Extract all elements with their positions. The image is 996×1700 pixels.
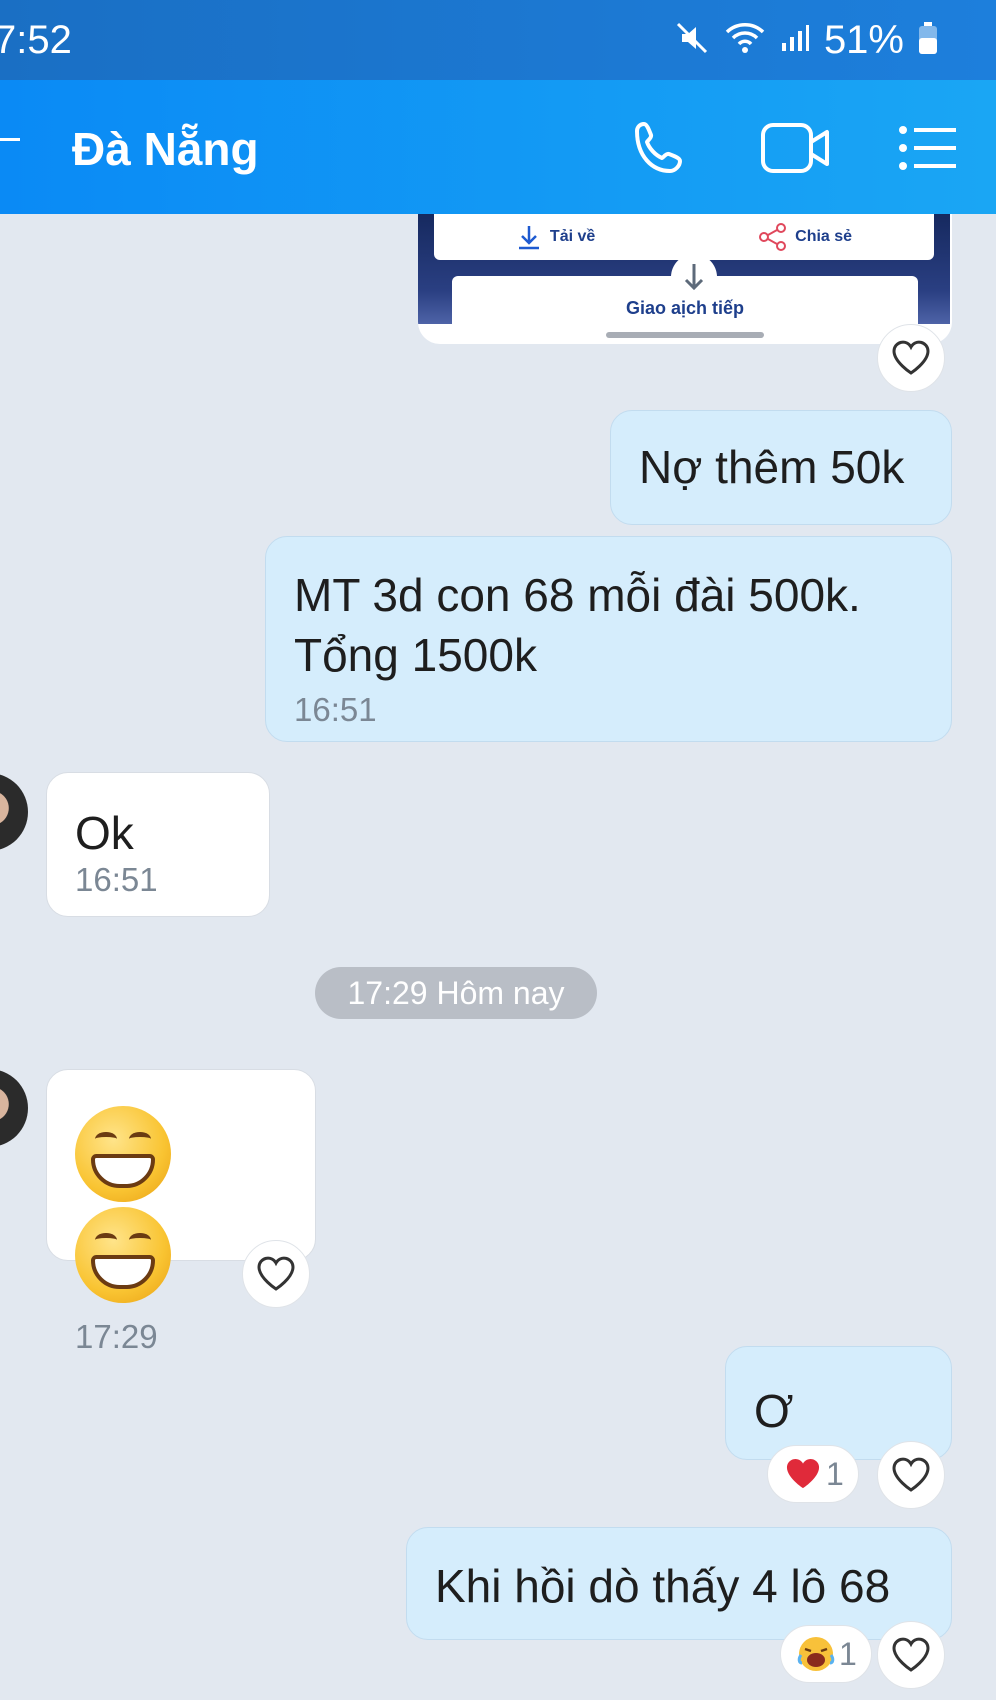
image-action-bar: Tải về Chia sẻ bbox=[434, 214, 934, 260]
shared-image-message[interactable]: Tải về Chia sẻ Giao aịch tiếp bbox=[418, 214, 952, 344]
grinning-emoji-icon bbox=[75, 1106, 171, 1202]
message-time: 16:51 bbox=[75, 861, 158, 898]
message-text: Khi hồi dò thấy 4 lô 68 bbox=[435, 1560, 891, 1612]
arrow-down-icon bbox=[671, 254, 717, 300]
message-bubble[interactable]: 17:29 bbox=[46, 1069, 316, 1355]
share-label: Chia sẻ bbox=[795, 228, 853, 245]
message-bubble[interactable]: MT 3d con 68 mỗi đài 500k. Tổng 1500k 16… bbox=[265, 536, 952, 742]
contact-avatar[interactable] bbox=[0, 1069, 28, 1147]
message-bubble[interactable]: Nợ thêm 50k bbox=[610, 410, 952, 525]
crying-laugh-emoji-icon bbox=[797, 1637, 835, 1671]
mute-icon bbox=[674, 20, 710, 61]
message-text: Ơ bbox=[754, 1385, 794, 1437]
message-text: Nợ thêm 50k bbox=[639, 441, 905, 493]
red-heart-icon bbox=[786, 1459, 820, 1489]
back-arrow-icon[interactable] bbox=[0, 138, 20, 141]
like-heart-icon[interactable] bbox=[877, 324, 945, 392]
chat-header: Đà Nẵng bbox=[0, 80, 996, 214]
chat-title[interactable]: Đà Nẵng bbox=[72, 122, 259, 176]
message-text: MT 3d con 68 mỗi đài 500k. Tổng 1500k bbox=[294, 569, 861, 681]
continue-label: Giao aịch tiếp bbox=[625, 298, 745, 318]
battery-percent: 51% bbox=[823, 18, 904, 62]
message-bubble[interactable]: Ok 16:51 bbox=[46, 772, 270, 917]
date-separator: 17:29 Hôm nay bbox=[315, 967, 597, 1019]
status-bar: 7:52 51% bbox=[0, 0, 996, 80]
status-time: 7:52 bbox=[0, 18, 72, 62]
like-heart-icon[interactable] bbox=[242, 1240, 310, 1308]
message-time: 17:29 bbox=[75, 1318, 158, 1355]
message-text: Ok bbox=[75, 807, 134, 859]
shared-image: Tải về Chia sẻ Giao aịch tiếp bbox=[418, 214, 950, 328]
share-action[interactable]: Chia sẻ bbox=[759, 223, 852, 251]
reaction-count: 1 bbox=[839, 1635, 857, 1672]
download-action[interactable]: Tải về bbox=[516, 224, 595, 250]
message-bubble[interactable]: Khi hồi dò thấy 4 lô 68 bbox=[406, 1527, 952, 1640]
like-heart-icon[interactable] bbox=[877, 1441, 945, 1509]
video-call-icon[interactable] bbox=[760, 122, 830, 179]
reaction-badge[interactable]: 1 bbox=[767, 1445, 859, 1503]
wifi-icon bbox=[724, 20, 766, 61]
reaction-count: 1 bbox=[826, 1455, 844, 1492]
signal-icon bbox=[780, 23, 810, 58]
reaction-badge[interactable]: 1 bbox=[780, 1625, 872, 1683]
download-label: Tải về bbox=[549, 228, 596, 245]
battery-icon bbox=[918, 20, 938, 61]
image-scroll-handle bbox=[606, 332, 764, 338]
grinning-emoji-icon bbox=[75, 1207, 171, 1303]
phone-call-icon[interactable] bbox=[630, 118, 690, 183]
like-heart-icon[interactable] bbox=[877, 1621, 945, 1689]
share-icon bbox=[759, 223, 787, 251]
menu-list-icon[interactable] bbox=[898, 124, 958, 177]
download-icon bbox=[518, 226, 539, 250]
contact-avatar[interactable] bbox=[0, 773, 28, 851]
message-time: 16:51 bbox=[294, 691, 377, 728]
